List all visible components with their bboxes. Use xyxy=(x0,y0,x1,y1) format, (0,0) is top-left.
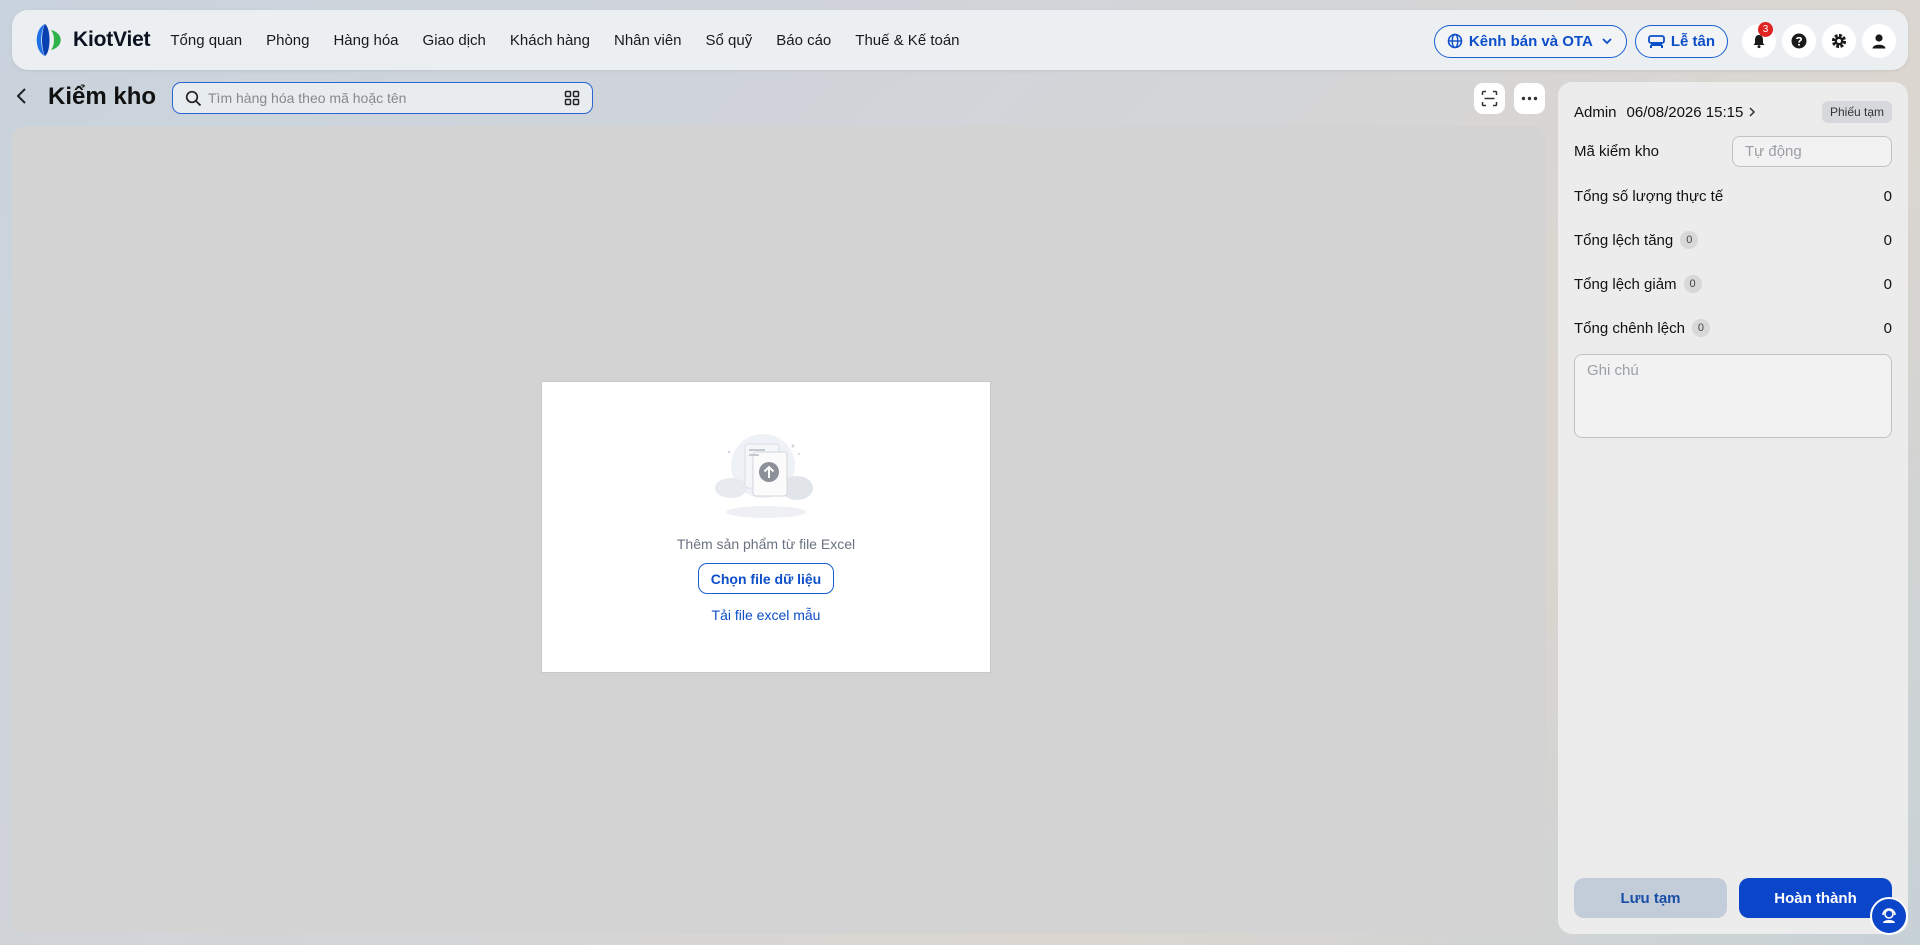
download-sample-link[interactable]: Tải file excel mẫu xyxy=(712,607,821,623)
choose-file-button[interactable]: Chọn file dữ liệu xyxy=(697,563,835,594)
nav-item-overview[interactable]: Tổng quan xyxy=(170,32,242,49)
support-agent-icon xyxy=(1882,908,1896,923)
nav-item-reports[interactable]: Báo cáo xyxy=(776,32,831,49)
increase-count-badge: 0 xyxy=(1680,231,1699,249)
help-button[interactable] xyxy=(1782,24,1816,58)
save-draft-button[interactable]: Lưu tạm xyxy=(1574,878,1727,918)
decrease-value: 0 xyxy=(1883,275,1892,293)
datetime-value[interactable]: 06/08/2026 15:15 xyxy=(1627,104,1744,121)
import-hint-text: Thêm sản phẩm từ file Excel xyxy=(676,536,856,552)
total-actual-value: 0 xyxy=(1883,187,1892,205)
logo[interactable]: KiotViet xyxy=(29,21,151,59)
increase-label: Tổng lệch tăng xyxy=(1574,231,1674,249)
app-name: KiotViet xyxy=(73,28,151,51)
user-icon xyxy=(1872,34,1886,49)
top-navbar: KiotViet Tổng quan Phòng Hàng hóa Giao d… xyxy=(12,10,1908,70)
complete-button[interactable]: Hoàn thành xyxy=(1739,878,1892,918)
globe-icon xyxy=(1447,33,1463,49)
nav-item-tax-accounting[interactable]: Thuế & Kế toán xyxy=(855,32,959,49)
excel-import-card: Thêm sản phẩm từ file Excel Chọn file dữ… xyxy=(541,381,991,673)
nav-item-customers[interactable]: Khách hàng xyxy=(510,32,590,49)
difference-value: 0 xyxy=(1883,319,1892,337)
product-search[interactable] xyxy=(172,82,593,114)
channels-button[interactable]: Kênh bán và OTA xyxy=(1433,24,1627,58)
reception-button[interactable]: Lễ tân xyxy=(1634,24,1728,58)
code-label: Mã kiểm kho xyxy=(1574,143,1660,160)
decrease-row: Tổng lệch giảm 0 0 xyxy=(1574,272,1892,296)
total-actual-row: Tổng số lượng thực tế 0 xyxy=(1574,184,1892,208)
main-nav: Tổng quan Phòng Hàng hóa Giao dịch Khách… xyxy=(170,32,983,49)
settings-button[interactable] xyxy=(1822,24,1856,58)
decrease-count-badge: 0 xyxy=(1683,275,1702,293)
note-field[interactable] xyxy=(1574,354,1892,438)
meta-row: Admin 06/08/2026 15:15 Phiếu tạm xyxy=(1574,100,1892,124)
chevron-right-icon[interactable] xyxy=(1747,106,1757,118)
reception-label: Lễ tân xyxy=(1670,32,1715,50)
stocktake-summary-panel: Admin 06/08/2026 15:15 Phiếu tạm Mã kiểm… xyxy=(1558,82,1908,934)
notification-badge: 3 xyxy=(1758,22,1773,37)
support-chat-button[interactable] xyxy=(1870,897,1908,935)
stocktake-code-input[interactable] xyxy=(1732,136,1892,167)
difference-row: Tổng chênh lệch 0 0 xyxy=(1574,316,1892,340)
page-title: Kiểm kho xyxy=(48,83,157,110)
notifications-button[interactable]: 3 xyxy=(1742,22,1776,58)
nav-item-transactions[interactable]: Giao dịch xyxy=(423,32,486,49)
more-options-button[interactable] xyxy=(1514,83,1545,114)
top-actions: Kênh bán và OTA Lễ tân 3 xyxy=(1433,22,1896,58)
nav-item-cashbook[interactable]: Sổ quỹ xyxy=(706,32,753,49)
back-button[interactable] xyxy=(14,86,30,106)
status-badge: Phiếu tạm xyxy=(1821,101,1892,123)
user-name: Admin xyxy=(1574,103,1617,121)
bed-icon xyxy=(1647,34,1665,48)
search-icon xyxy=(185,90,202,106)
scan-icon xyxy=(1481,90,1498,107)
increase-value: 0 xyxy=(1883,231,1892,249)
channels-label: Kênh bán và OTA xyxy=(1468,32,1593,50)
item-list-area: Thêm sản phẩm từ file Excel Chọn file dữ… xyxy=(12,126,1546,934)
code-row: Mã kiểm kho xyxy=(1574,135,1892,168)
grid-icon[interactable] xyxy=(564,90,580,106)
nav-item-staff[interactable]: Nhân viên xyxy=(614,32,682,49)
total-actual-label: Tổng số lượng thực tế xyxy=(1574,187,1724,205)
more-icon xyxy=(1521,96,1538,101)
account-button[interactable] xyxy=(1862,24,1896,58)
difference-count-badge: 0 xyxy=(1691,319,1710,337)
kiotviet-logo-icon xyxy=(29,21,67,59)
gear-icon xyxy=(1831,33,1847,49)
decrease-label: Tổng lệch giảm xyxy=(1574,275,1677,293)
help-icon xyxy=(1791,33,1807,49)
nav-item-products[interactable]: Hàng hóa xyxy=(333,32,398,49)
increase-row: Tổng lệch tăng 0 0 xyxy=(1574,228,1892,252)
nav-item-rooms[interactable]: Phòng xyxy=(266,32,309,49)
chevron-down-icon xyxy=(1602,38,1612,45)
search-input[interactable] xyxy=(202,83,564,113)
scan-button[interactable] xyxy=(1474,83,1505,114)
file-upload-illustration xyxy=(715,434,813,518)
chevron-left-icon xyxy=(16,88,26,104)
difference-label: Tổng chênh lệch xyxy=(1574,319,1685,337)
